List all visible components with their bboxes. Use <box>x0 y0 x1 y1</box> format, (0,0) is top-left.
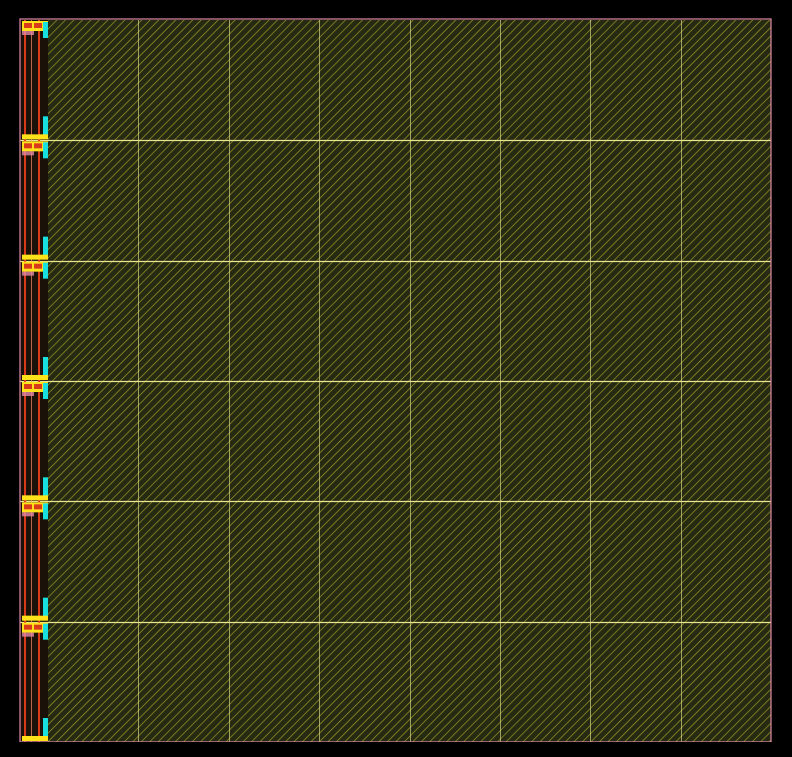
contact-cut <box>34 384 42 389</box>
contact-cut <box>34 143 42 149</box>
bottom-pad <box>22 736 48 741</box>
contact-cut <box>24 384 32 389</box>
contact-cut <box>24 23 32 28</box>
contact-cut <box>34 263 42 269</box>
contact-cut <box>34 504 42 510</box>
via-bar-top <box>43 262 48 279</box>
chip-layout-view <box>0 0 792 757</box>
contact-cut <box>24 143 32 149</box>
via-bar-top <box>43 383 48 399</box>
bottom-frame-bar <box>15 742 777 748</box>
contact-cut <box>34 624 42 630</box>
well-tap <box>22 512 34 517</box>
well-tap <box>22 632 34 637</box>
contact-cut <box>24 263 32 269</box>
contact-cut <box>24 624 32 630</box>
via-bar-top <box>43 503 48 520</box>
bottom-pad <box>22 495 48 501</box>
bottom-pad <box>22 615 48 621</box>
well-tap <box>22 392 34 396</box>
well-tap <box>22 271 34 276</box>
bottom-pad <box>22 375 48 380</box>
layout-viewer-canvas <box>0 0 792 757</box>
poly-strip-right <box>38 20 40 742</box>
via-bar-top <box>43 22 48 38</box>
well-tap <box>22 31 34 35</box>
via-bar-top <box>43 623 48 640</box>
bottom-pad <box>22 254 48 260</box>
well-tap <box>22 151 34 156</box>
via-bar-top <box>43 142 48 159</box>
contact-cut <box>24 504 32 510</box>
bottom-pad <box>22 134 48 140</box>
contact-cut <box>34 23 42 28</box>
